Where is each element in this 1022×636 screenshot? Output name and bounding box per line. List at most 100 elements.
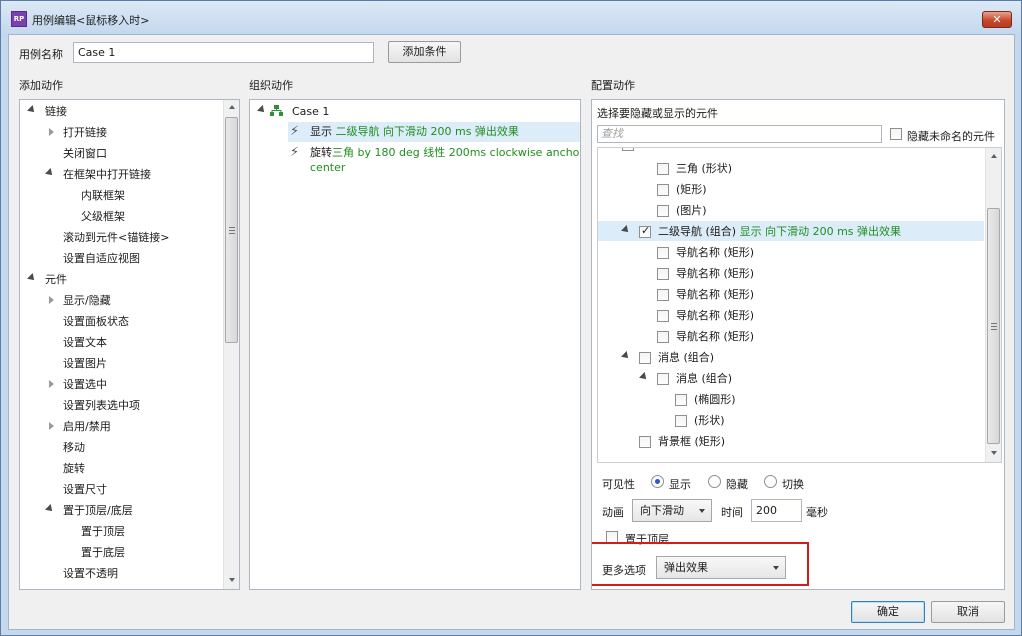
tree-item-move[interactable]: 移动 <box>63 437 85 458</box>
widget-checkbox[interactable] <box>657 163 669 175</box>
collapse-triangle-icon[interactable] <box>639 372 649 382</box>
tree-item-link[interactable]: 链接 <box>45 101 67 122</box>
widget-checkbox[interactable] <box>639 352 651 364</box>
widget-action-summary: 显示 向下滑动 200 ms 弹出效果 <box>739 225 902 238</box>
expand-triangle-icon[interactable] <box>49 296 54 304</box>
window-title: 用例编辑<鼠标移入时> <box>32 14 150 27</box>
dropdown-arrow-icon <box>699 509 705 513</box>
tree-item-set-list-selection[interactable]: 设置列表选中项 <box>63 395 140 416</box>
tree-item-parent-frame[interactable]: 父级框架 <box>81 206 125 227</box>
action-show-item[interactable]: 显示 二级导航 向下滑动 200 ms 弹出效果 <box>310 121 519 142</box>
cancel-button[interactable]: 取消 <box>931 601 1005 623</box>
case-name-label: 用例名称 <box>19 48 63 61</box>
tree-item-set-size[interactable]: 设置尺寸 <box>63 479 107 500</box>
widget-item-secondary-nav[interactable]: 二级导航 (组合) 显示 向下滑动 200 ms 弹出效果 <box>658 221 901 242</box>
tree-item-show-hide[interactable]: 显示/隐藏 <box>63 290 111 311</box>
scroll-down-arrow-icon[interactable] <box>991 451 997 455</box>
widget-checkbox[interactable] <box>657 289 669 301</box>
time-input[interactable]: 200 <box>751 499 802 522</box>
widget-tree: 三角 (形状) (矩形) (图片) 二级导航 (组合) 显示 向下滑动 200 … <box>597 147 1002 463</box>
tree-item-set-opacity[interactable]: 设置不透明 <box>63 563 118 584</box>
tree-item-scroll-to-widget[interactable]: 滚动到元件<锚链接> <box>63 227 169 248</box>
tree-item-inline-frame[interactable]: 内联框架 <box>81 185 125 206</box>
widget-checkbox[interactable] <box>657 205 669 217</box>
widget-item-image[interactable]: (图片) <box>676 200 707 221</box>
visibility-toggle-radio[interactable] <box>764 475 777 488</box>
collapse-triangle-icon[interactable] <box>257 105 267 115</box>
ok-button[interactable]: 确定 <box>851 601 925 623</box>
expand-triangle-icon[interactable] <box>49 128 54 136</box>
widget-item-message-group[interactable]: 消息 (组合) <box>658 347 714 368</box>
scrollbar-thumb[interactable] <box>987 208 1000 444</box>
widget-checkbox[interactable] <box>657 310 669 322</box>
visibility-hide-radio[interactable] <box>708 475 721 488</box>
tree-item-rotate[interactable]: 旋转 <box>63 458 85 479</box>
widget-checkbox[interactable] <box>657 373 669 385</box>
organize-actions-tree: Case 1 ⚡ 显示 二级导航 向下滑动 200 ms 弹出效果 ⚡ 旋转三角… <box>249 99 581 590</box>
hide-unnamed-checkbox[interactable] <box>890 128 902 140</box>
tree-item-set-image[interactable]: 设置图片 <box>63 353 107 374</box>
widget-item-triangle[interactable]: 三角 (形状) <box>676 158 732 179</box>
close-window-button[interactable]: ✕ <box>982 11 1012 28</box>
collapse-triangle-icon[interactable] <box>27 273 37 283</box>
lightning-bolt-icon: ⚡ <box>290 145 300 160</box>
grip-icon <box>229 227 235 234</box>
add-actions-scrollbar[interactable] <box>223 100 239 589</box>
widget-checkbox[interactable] <box>657 184 669 196</box>
tree-item-enable-disable[interactable]: 启用/禁用 <box>63 416 111 437</box>
collapse-triangle-icon[interactable] <box>45 168 55 178</box>
widget-checkbox[interactable] <box>657 331 669 343</box>
widget-item-message-subgroup[interactable]: 消息 (组合) <box>676 368 732 389</box>
widget-checkbox[interactable] <box>657 247 669 259</box>
widget-item-nav-name[interactable]: 导航名称 (矩形) <box>676 284 754 305</box>
expand-triangle-icon[interactable] <box>49 422 54 430</box>
tree-item-bring-to-front[interactable]: 置于顶层 <box>81 521 125 542</box>
widget-item-ellipse[interactable]: (椭圆形) <box>694 389 736 410</box>
widget-item-background-box[interactable]: 背景框 (矩形) <box>658 431 725 452</box>
tree-item-set-panel-state[interactable]: 设置面板状态 <box>63 311 129 332</box>
tree-item-open-in-frame[interactable]: 在框架中打开链接 <box>63 164 151 185</box>
tree-item-close-window[interactable]: 关闭窗口 <box>63 143 107 164</box>
use-case-editor-window: RP 用例编辑<鼠标移入时> ✕ 用例名称 Case 1 添加条件 添加动作 组… <box>0 0 1022 636</box>
tree-item-send-to-back[interactable]: 置于底层 <box>81 542 125 563</box>
widget-checkbox[interactable] <box>675 415 687 427</box>
action-rotate-item[interactable]: 旋转三角 by 180 deg 线性 200ms clockwise ancho… <box>310 145 580 175</box>
collapse-triangle-icon[interactable] <box>27 105 37 115</box>
expand-triangle-icon[interactable] <box>49 380 54 388</box>
action-detail-continued: center <box>310 161 346 174</box>
widget-item-nav-name[interactable]: 导航名称 (矩形) <box>676 242 754 263</box>
tree-item-bring-front-back[interactable]: 置于顶层/底层 <box>63 500 133 521</box>
widget-label: 二级导航 (组合) <box>658 225 737 238</box>
tree-item-set-selected[interactable]: 设置选中 <box>63 374 107 395</box>
add-condition-button[interactable]: 添加条件 <box>388 41 461 63</box>
widget-checkbox[interactable] <box>657 268 669 280</box>
scroll-up-arrow-icon[interactable] <box>991 154 997 158</box>
visibility-show-radio[interactable] <box>651 475 664 488</box>
widget-checkbox-checked[interactable] <box>639 224 651 238</box>
tree-item-set-text[interactable]: 设置文本 <box>63 332 107 353</box>
collapse-triangle-icon[interactable] <box>45 504 55 514</box>
case-label[interactable]: Case 1 <box>292 101 329 122</box>
widget-checkbox[interactable] <box>639 436 651 448</box>
widget-item-nav-name[interactable]: 导航名称 (矩形) <box>676 263 754 284</box>
case-tree-icon <box>270 105 283 116</box>
widget-item-nav-name[interactable]: 导航名称 (矩形) <box>676 305 754 326</box>
widget-item-shape[interactable]: (形状) <box>694 410 725 431</box>
scrollbar-thumb[interactable] <box>225 117 238 343</box>
widget-checkbox[interactable] <box>675 394 687 406</box>
widget-tree-scrollbar[interactable] <box>985 148 1001 462</box>
scroll-down-arrow-icon[interactable] <box>229 578 235 582</box>
case-name-input[interactable]: Case 1 <box>73 42 374 63</box>
hide-unnamed-label: 隐藏未命名的元件 <box>907 130 995 143</box>
animation-select[interactable]: 向下滑动 <box>632 499 712 522</box>
collapse-triangle-icon[interactable] <box>621 351 631 361</box>
tree-item-widgets[interactable]: 元件 <box>45 269 67 290</box>
scroll-up-arrow-icon[interactable] <box>229 105 235 109</box>
tree-item-open-link[interactable]: 打开链接 <box>63 122 107 143</box>
grip-icon <box>991 323 997 330</box>
widget-item-nav-name[interactable]: 导航名称 (矩形) <box>676 326 754 347</box>
visibility-label: 可见性 <box>602 478 635 491</box>
widget-search-input[interactable]: 查找 <box>597 125 882 143</box>
tree-item-set-adaptive-view[interactable]: 设置自适应视图 <box>63 248 140 269</box>
widget-item-rectangle[interactable]: (矩形) <box>676 179 707 200</box>
